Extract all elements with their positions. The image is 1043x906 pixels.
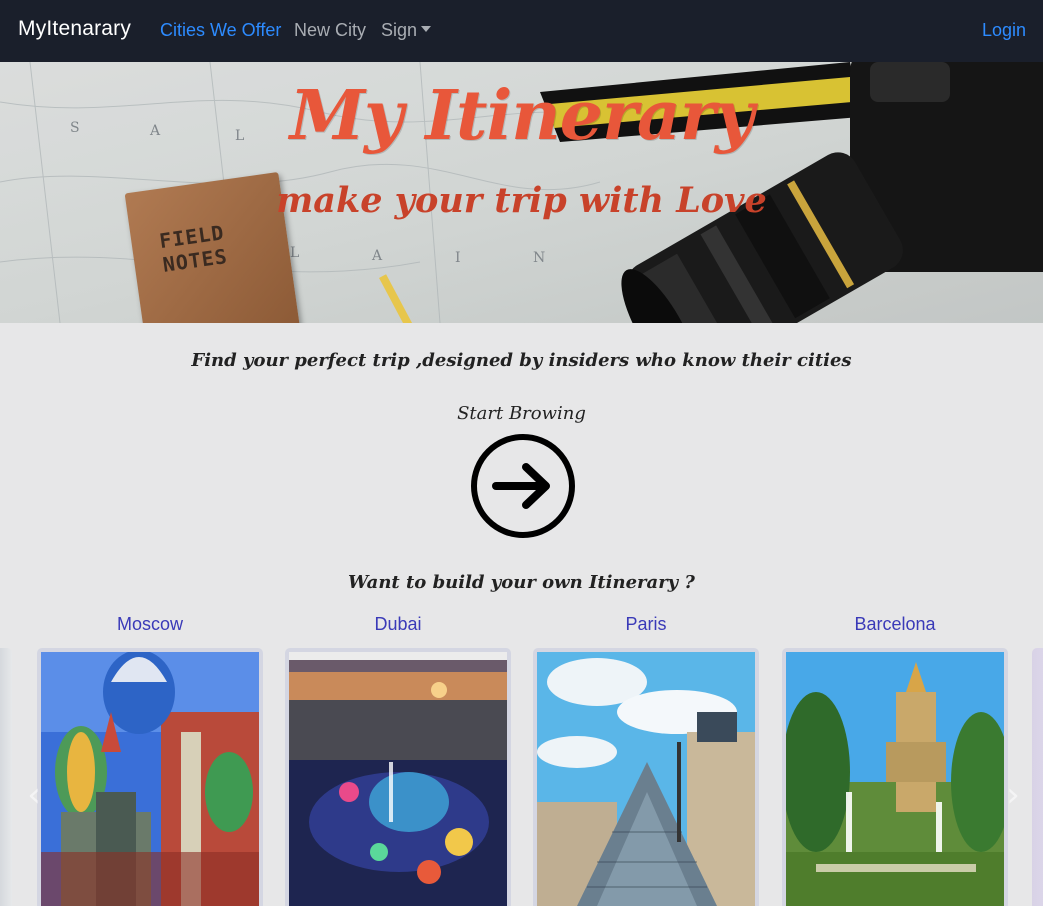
notebook-label: FIELD NOTES	[157, 220, 230, 277]
city-image-paris[interactable]	[537, 652, 755, 906]
caret-down-icon	[421, 26, 432, 32]
brand-logo[interactable]: MyItenarary	[18, 17, 131, 41]
top-navbar: MyItenarary Cities We Offer New City Sig…	[0, 0, 1043, 62]
city-image-barcelona[interactable]	[786, 652, 1004, 906]
tagline-text: Find your perfect trip ,designed by insi…	[191, 350, 852, 371]
city-name[interactable]: Dubai	[285, 614, 511, 635]
city-frame	[37, 648, 263, 906]
nav-sign-label: Sign	[381, 20, 418, 40]
city-frame	[533, 648, 759, 906]
city-name[interactable]: Barcelona	[782, 614, 1008, 635]
city-carousel: Moscow Dubai Paris Barcelona ‹ ›	[0, 605, 1043, 906]
hero-title: My Itinerary	[289, 76, 754, 156]
hero-banner: S A L L A I N FIELD NOTES My Itinerary m…	[0, 62, 1043, 323]
chevron-left-icon[interactable]: ‹	[24, 775, 44, 815]
city-card-dubai[interactable]: Dubai	[285, 605, 511, 906]
city-card-paris[interactable]: Paris	[533, 605, 759, 906]
city-image-moscow[interactable]	[41, 652, 259, 906]
nav-sign-dropdown[interactable]: Sign	[381, 20, 432, 41]
city-frame	[782, 648, 1008, 906]
city-name[interactable]: Moscow	[37, 614, 263, 635]
chevron-right-icon[interactable]: ›	[1003, 775, 1023, 815]
build-itinerary-label: Want to build your own Itinerary ?	[348, 572, 695, 593]
carousel-peek-right	[1032, 648, 1043, 906]
city-card-moscow[interactable]: Moscow	[37, 605, 263, 906]
city-name[interactable]: Paris	[533, 614, 759, 635]
city-image-dubai[interactable]	[289, 652, 507, 906]
nav-cities-we-offer[interactable]: Cities We Offer	[160, 20, 281, 41]
city-card-barcelona[interactable]: Barcelona	[782, 605, 1008, 906]
nav-new-city[interactable]: New City	[294, 20, 366, 41]
start-browsing-label: Start Browing	[457, 403, 586, 424]
arrow-right-circle-icon[interactable]	[470, 433, 576, 539]
hero-subtitle: make your trip with Love	[276, 180, 767, 221]
city-frame	[285, 648, 511, 906]
carousel-peek-left	[0, 648, 12, 906]
login-link[interactable]: Login	[982, 20, 1026, 41]
